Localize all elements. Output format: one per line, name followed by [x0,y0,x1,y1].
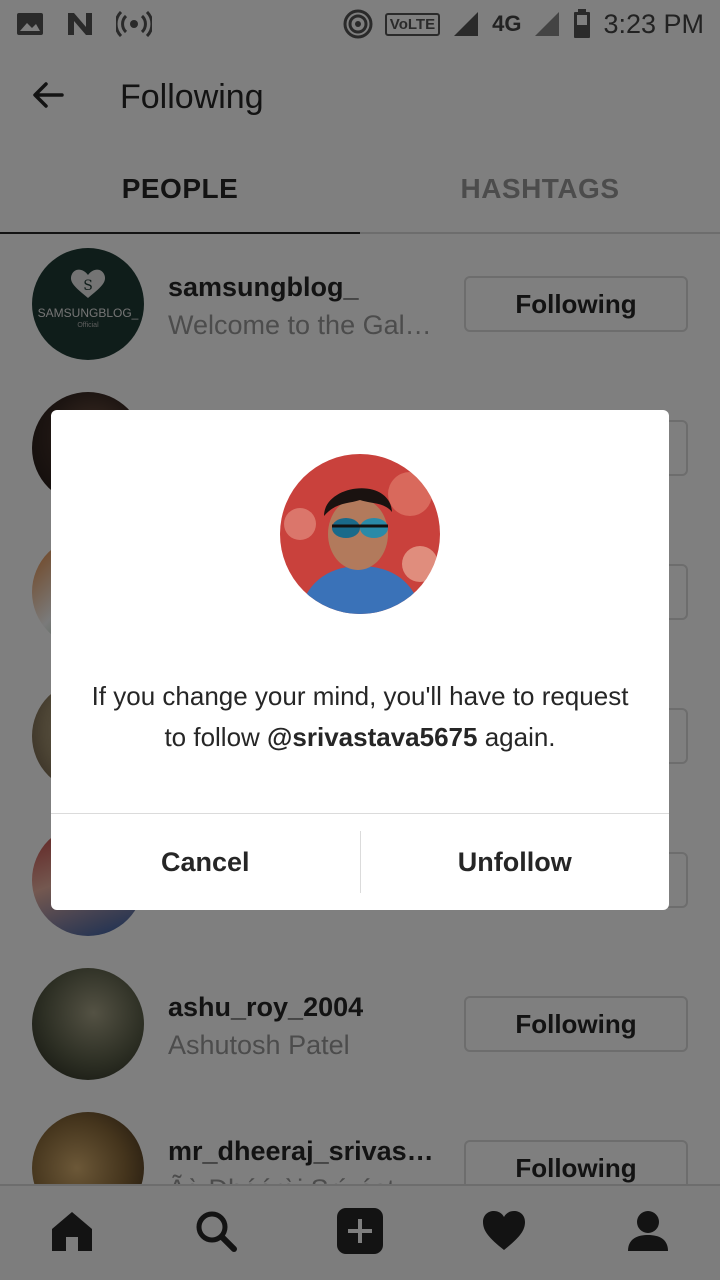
dialog-message: If you change your mind, you'll have to … [81,676,639,758]
cancel-button[interactable]: Cancel [51,814,360,910]
dialog-avatar [280,454,440,614]
dialog-handle: @srivastava5675 [267,722,478,752]
dialog-message-suffix: again. [477,722,556,752]
dialog-actions: Cancel Unfollow [51,813,669,910]
unfollow-dialog: If you change your mind, you'll have to … [51,410,669,910]
unfollow-button[interactable]: Unfollow [361,814,670,910]
